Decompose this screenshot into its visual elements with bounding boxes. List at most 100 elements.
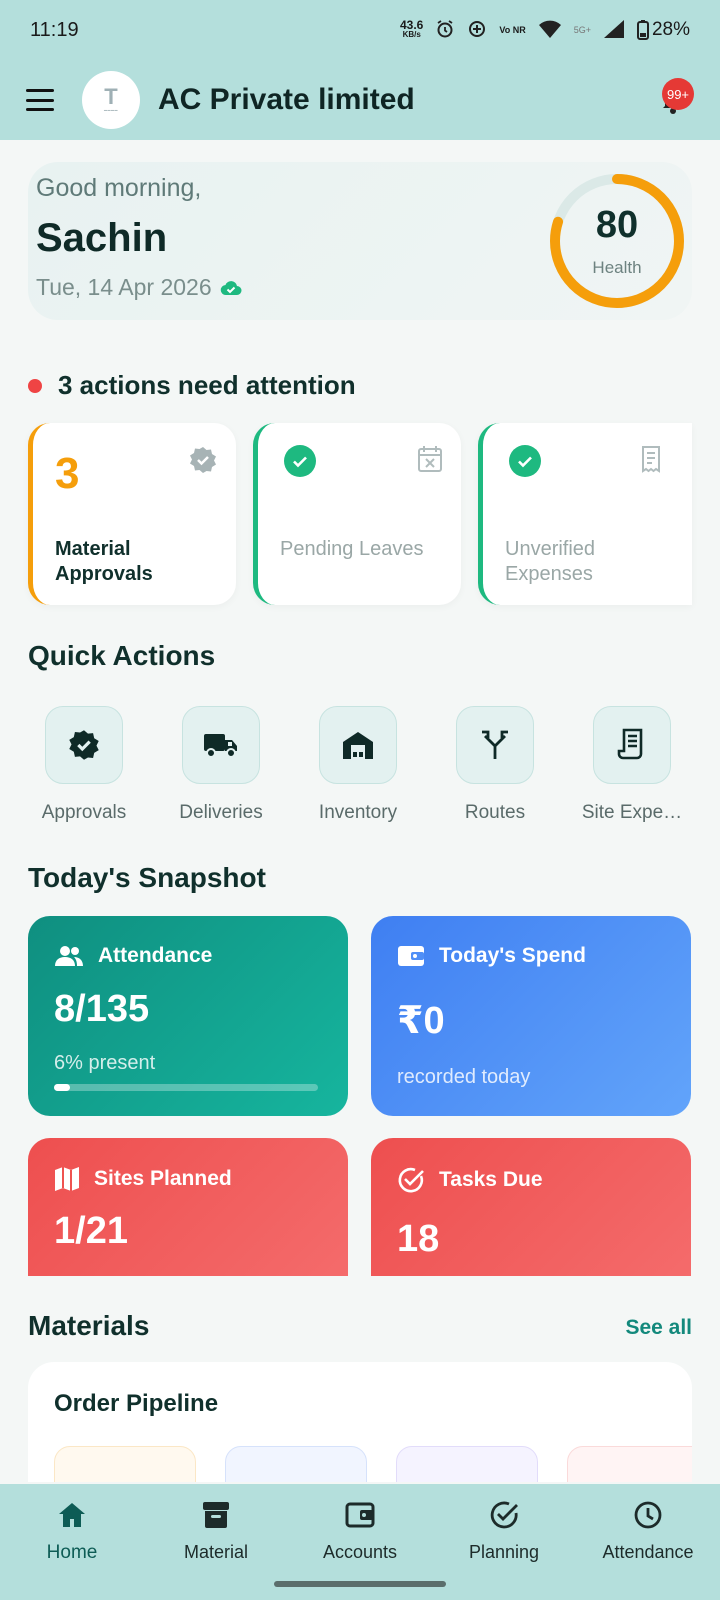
sites-value: 1/21 <box>54 1210 128 1252</box>
logo-wordmark-icon: ━━━━ <box>103 108 119 114</box>
volte-label: Vo NR <box>499 24 526 35</box>
nav-label: Accounts <box>322 1542 398 1562</box>
truck-icon <box>182 706 260 784</box>
receipt-icon <box>638 445 664 478</box>
check-circle-icon <box>432 1498 576 1532</box>
status-time: 11:19 <box>30 18 79 41</box>
routes-icon <box>456 706 534 784</box>
quick-action-routes[interactable]: Routes <box>426 706 564 824</box>
home-icon <box>0 1498 144 1532</box>
gesture-handle[interactable] <box>274 1581 446 1587</box>
alert-dot-icon <box>28 378 42 393</box>
attendance-card[interactable]: Attendance 8/135 6% present <box>28 916 348 1116</box>
attention-card-unverified-expenses[interactable]: Unverified Expenses <box>478 423 692 605</box>
quick-action-site-expenses[interactable]: Site Expe… <box>563 706 701 824</box>
nav-accounts[interactable]: Accounts <box>288 1498 432 1563</box>
spend-header: Today's Spend <box>397 944 586 968</box>
spend-value: ₹0 <box>397 1000 445 1042</box>
quick-action-inventory[interactable]: Inventory <box>289 706 427 824</box>
pipeline-stage-tile[interactable] <box>54 1446 196 1482</box>
top-bar: 11:19 43.6 KB/s Vo NR 5G+ 28% T ━━━━ AC … <box>0 0 720 140</box>
greeting-salutation: Good morning, <box>36 174 202 202</box>
cell-signal-icon <box>603 19 625 42</box>
order-pipeline-title: Order Pipeline <box>54 1390 219 1417</box>
data-saver-icon <box>467 19 487 42</box>
tasks-label: Tasks Due <box>439 1168 543 1191</box>
attention-card-pending-leaves[interactable]: Pending Leaves <box>253 423 461 605</box>
logo-mark-icon: T <box>104 84 118 109</box>
nav-attendance[interactable]: Attendance <box>576 1498 720 1563</box>
check-circle-icon <box>284 445 316 477</box>
nav-label: Attendance <box>602 1542 694 1562</box>
nav-label: Home <box>46 1542 98 1563</box>
app-header: T ━━━━ AC Private limited 99+ <box>0 60 720 140</box>
user-name: Sachin <box>36 216 168 260</box>
sites-planned-card[interactable]: Sites Planned 1/21 <box>28 1138 348 1276</box>
alarm-icon <box>435 19 455 42</box>
greeting-card: Good morning, Sachin Tue, 14 Apr 2026 80… <box>28 162 692 320</box>
receipt-icon <box>593 706 671 784</box>
notification-badge: 99+ <box>662 78 694 110</box>
quick-action-label: Site Expe… <box>581 802 683 823</box>
attention-title: 3 actions need attention <box>58 370 356 400</box>
attendance-sub: 6% present <box>54 1052 156 1074</box>
attention-label: Material Approvals <box>55 538 153 585</box>
notification-button[interactable]: 99+ <box>656 78 694 116</box>
nav-home[interactable]: Home <box>0 1498 144 1564</box>
verified-badge-icon <box>188 445 218 480</box>
check-circle-icon <box>398 1167 424 1193</box>
quick-action-approvals[interactable]: Approvals <box>15 706 153 824</box>
wallet-icon <box>398 946 424 966</box>
snapshot-title: Today's Snapshot <box>28 862 266 893</box>
attention-header: 3 actions need attention <box>28 370 356 401</box>
spend-card[interactable]: Today's Spend ₹0 recorded today <box>371 916 691 1116</box>
warehouse-icon <box>319 706 397 784</box>
people-icon <box>55 946 83 966</box>
nav-material[interactable]: Material <box>144 1498 288 1563</box>
pipeline-stage-tile[interactable] <box>567 1446 692 1482</box>
nav-planning[interactable]: Planning <box>432 1498 576 1563</box>
quick-action-label: Deliveries <box>179 802 263 823</box>
health-gauge[interactable]: 80 Health <box>544 168 690 314</box>
attention-count: 3 <box>55 449 80 498</box>
wifi-icon <box>538 19 562 42</box>
cloud-check-icon <box>220 280 242 295</box>
hamburger-menu-icon[interactable] <box>26 89 54 111</box>
tasks-due-card[interactable]: Tasks Due 18 <box>371 1138 691 1276</box>
battery-level: 28% <box>651 19 690 40</box>
nav-label: Planning <box>468 1542 540 1562</box>
current-date: Tue, 14 Apr 2026 <box>36 274 212 300</box>
health-label: Health <box>592 258 642 277</box>
company-logo[interactable]: T ━━━━ <box>82 71 140 129</box>
materials-title: Materials <box>28 1310 150 1341</box>
map-icon <box>55 1167 79 1191</box>
attention-card-material-approvals[interactable]: 3 Material Approvals <box>28 423 236 605</box>
company-name: AC Private limited <box>158 83 415 116</box>
attendance-value: 8/135 <box>54 988 150 1030</box>
attendance-label: Attendance <box>98 944 213 967</box>
calendar-x-icon <box>417 445 443 478</box>
attendance-progress-fill <box>54 1084 70 1091</box>
battery: 28% <box>636 19 690 41</box>
quick-action-label: Approvals <box>41 802 127 823</box>
verified-badge-icon <box>45 706 123 784</box>
sites-header: Sites Planned <box>54 1166 232 1192</box>
tasks-value: 18 <box>397 1218 440 1260</box>
nav-label: Material <box>183 1542 249 1562</box>
order-pipeline-card: Order Pipeline <box>28 1362 692 1482</box>
pipeline-stage-tile[interactable] <box>225 1446 367 1482</box>
quick-actions-title: Quick Actions <box>28 640 216 671</box>
net-speed-unit: KB/s <box>402 30 421 39</box>
archive-box-icon <box>144 1498 288 1532</box>
battery-icon <box>636 20 649 40</box>
attendance-progress <box>54 1084 318 1091</box>
see-all-link[interactable]: See all <box>625 1316 692 1340</box>
pipeline-stage-tile[interactable] <box>396 1446 538 1482</box>
status-icons: 43.6 KB/s Vo NR 5G+ 28% <box>400 19 690 42</box>
quick-action-deliveries[interactable]: Deliveries <box>152 706 290 824</box>
status-bar: 11:19 43.6 KB/s Vo NR 5G+ 28% <box>0 0 720 60</box>
quick-action-label: Routes <box>464 802 526 823</box>
spend-sub: recorded today <box>397 1066 531 1088</box>
attendance-header: Attendance <box>54 944 212 968</box>
greeting-date-row: Tue, 14 Apr 2026 <box>36 274 242 301</box>
